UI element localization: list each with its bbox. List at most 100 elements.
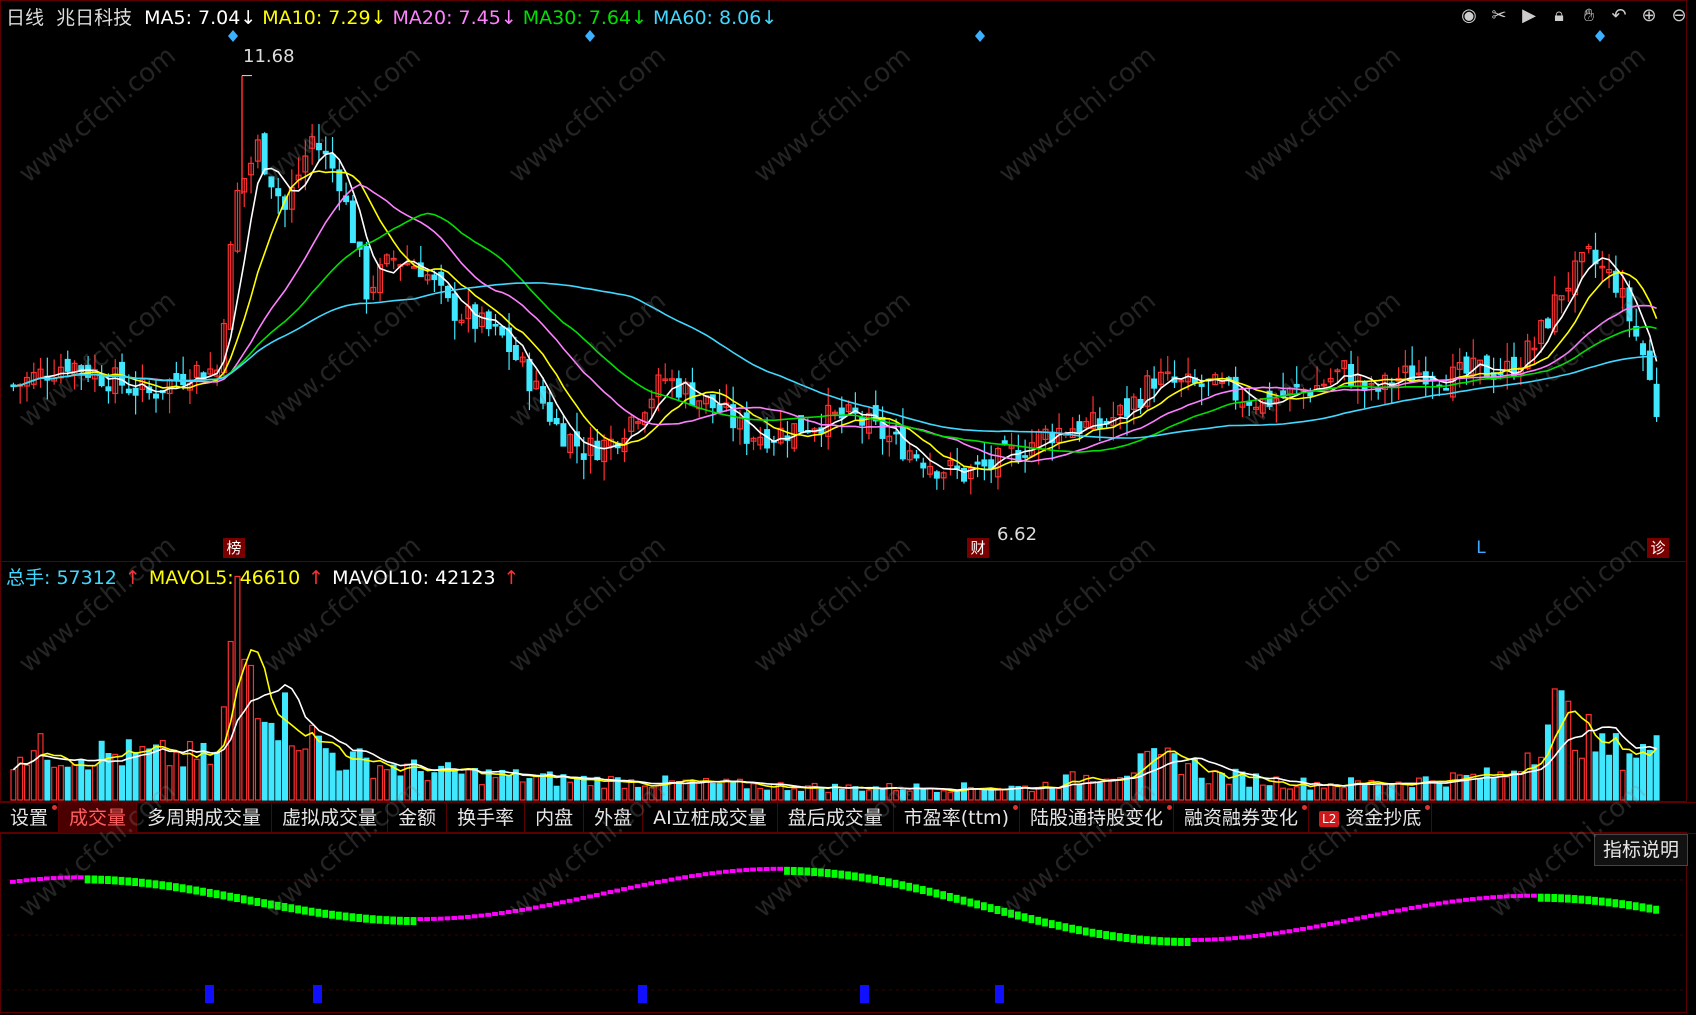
kline-chart[interactable] [0,0,1696,1015]
volume-bar [411,759,418,801]
tab-8[interactable]: AI立桩成交量 [643,803,778,833]
tab-7[interactable]: 外盘 [584,803,644,833]
oscillator-bar [145,879,152,888]
oscillator-bar [702,872,709,877]
volume-bar [241,658,248,801]
volume-bar [288,745,295,801]
oscillator-bar [614,888,621,893]
tab-3[interactable]: 虚拟成交量 [272,803,389,833]
candle-body [152,393,159,399]
tab-0[interactable]: 设置 [0,803,60,833]
candle-body [675,378,682,398]
volume-bar [838,788,845,801]
candle-body [974,461,981,465]
candle-body [173,373,180,380]
oscillator-bar [750,867,756,872]
oscillator-bar [532,905,539,910]
volume-bar [132,751,139,801]
candle-body [920,462,927,469]
tab-dot [1425,805,1431,810]
oscillator-bar [784,866,790,875]
volume-bar [540,773,547,801]
oscillator-bar [1164,937,1171,946]
oscillator-bar [600,891,607,896]
oscillator-bar [566,898,573,903]
signal-bar [995,985,1004,1003]
tab-13[interactable]: L2 资金抄底 [1309,803,1433,833]
candle-body [261,133,268,175]
oscillator-bar [675,876,682,881]
tab-5[interactable]: 换手率 [447,803,526,833]
oscillator-bar [627,885,634,890]
volume-bar [506,775,513,801]
oscillator-bar [1116,933,1123,942]
cai-badge[interactable]: 财 [967,538,989,558]
bang-badge[interactable]: 榜 [223,538,245,558]
oscillator-bar [892,879,899,888]
volume-bar [377,765,384,801]
oscillator-bar [1408,906,1415,911]
tab-6[interactable]: 内盘 [525,803,585,833]
tab-dot [1302,805,1308,810]
tab-9[interactable]: 盘后成交量 [778,803,894,833]
volume-bar [431,772,438,801]
oscillator-bar [437,916,444,921]
oscillator-bar [105,876,111,885]
oscillator-bar [1510,894,1517,899]
oscillator-bar [621,887,627,892]
oscillator-bar [186,885,193,894]
oscillator-bar [1014,911,1021,920]
tab-4[interactable]: 金额 [388,803,448,833]
volume-bar [1293,786,1300,801]
oscillator-bar [641,882,648,887]
oscillator-bar [268,900,274,909]
volume-bar [180,766,187,801]
volume-bar [1219,772,1226,801]
volume-bar [1178,773,1185,801]
oscillator-bar [322,909,329,918]
tab-12[interactable]: 融资融券变化 [1174,803,1310,833]
l-marker[interactable]: L [1472,538,1490,558]
oscillator-bar [1239,935,1245,940]
volume-bar [193,758,200,801]
tab-label: 外盘 [594,807,633,829]
oscillator-bar [430,916,437,921]
oscillator-bar [1585,896,1592,905]
volume-bar [1483,767,1490,801]
oscillator-bar [342,912,349,921]
volume-bar [261,721,268,801]
oscillator-bar [1157,937,1164,946]
oscillator-bar [1646,904,1653,913]
oscillator-bar [329,910,335,919]
oscillator-bar [756,867,763,872]
oscillator-bar [1429,902,1435,907]
candle-body [540,386,547,404]
volume-bar [57,765,64,801]
oscillator-bar [505,910,512,915]
signal-bar [860,985,869,1003]
tab-10[interactable]: 市盈率(ttm) [894,803,1020,833]
oscillator-bar [682,875,689,880]
volume-bar [1449,772,1456,801]
candle-body [553,418,560,425]
oscillator-bar [919,886,926,895]
indicator-explain-button[interactable]: 指标说明 [1593,834,1688,866]
oscillator-bar [166,882,172,891]
event-diamond-icon [228,30,238,42]
zhen-badge[interactable]: 诊 [1647,538,1669,558]
oscillator-bar [1211,937,1218,942]
volume-bar [1028,790,1035,801]
oscillator-bar [824,869,831,878]
tab-1[interactable]: 成交量 [59,803,138,833]
candle-body [743,412,750,444]
volume-bar [119,765,126,801]
tab-2[interactable]: 多周期成交量 [137,803,273,833]
oscillator-bar [363,914,369,923]
volume-bar [397,775,404,801]
tab-11[interactable]: 陆股通持股变化 [1020,803,1174,833]
candle-body [893,431,900,435]
oscillator-bar [607,890,614,895]
oscillator-bar [1232,936,1239,941]
volume-bar [1280,787,1287,801]
oscillator-bar [1001,907,1008,916]
